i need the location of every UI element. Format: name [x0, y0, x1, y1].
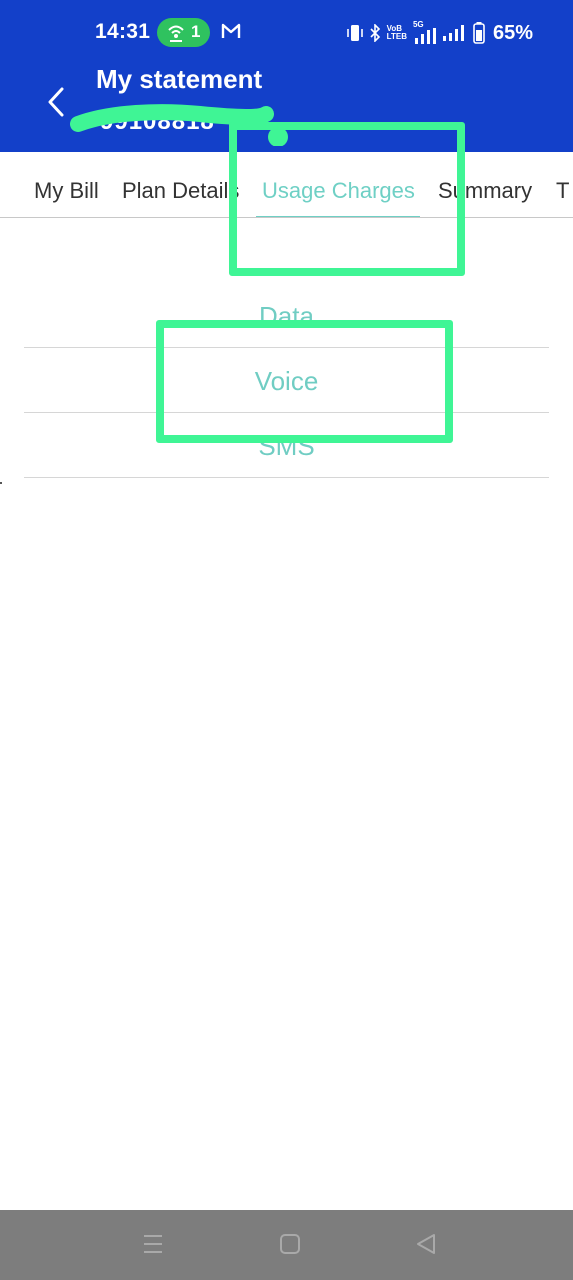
volte-line2: LTEB [386, 32, 407, 41]
highlight-box-voice [156, 320, 453, 443]
status-bar: 14:31 1 VoB LTEB 5G 65% [0, 16, 573, 50]
hotspot-pill: 1 [157, 18, 210, 47]
bluetooth-icon [370, 24, 380, 42]
vibrate-icon [346, 25, 363, 41]
battery-icon [473, 22, 485, 44]
signal-5g-icon [414, 28, 436, 44]
home-icon[interactable] [279, 1232, 301, 1256]
hotspot-count: 1 [191, 22, 201, 41]
menu-icon[interactable] [142, 1232, 164, 1256]
stray-dot [0, 482, 2, 484]
page-title: My statement [96, 64, 263, 94]
status-time: 14:31 [95, 20, 151, 43]
signal-5g: 5G [413, 20, 437, 44]
tab-next-partial[interactable]: T [556, 178, 569, 204]
hotspot-icon [168, 25, 184, 42]
battery-percent: 65% [492, 21, 533, 44]
back-arrow-icon[interactable] [44, 86, 68, 118]
highlight-box-usage-tab [229, 122, 465, 276]
tab-plan-details[interactable]: Plan Details [122, 178, 239, 204]
gmail-icon [221, 23, 241, 38]
system-nav-bar [0, 1210, 573, 1280]
signal-icon [442, 25, 464, 41]
volte-indicator: VoB LTEB [387, 25, 407, 41]
back-triangle-icon[interactable] [414, 1232, 438, 1256]
tab-my-bill[interactable]: My Bill [34, 178, 99, 204]
status-icons: VoB LTEB 5G 65% [346, 20, 533, 46]
